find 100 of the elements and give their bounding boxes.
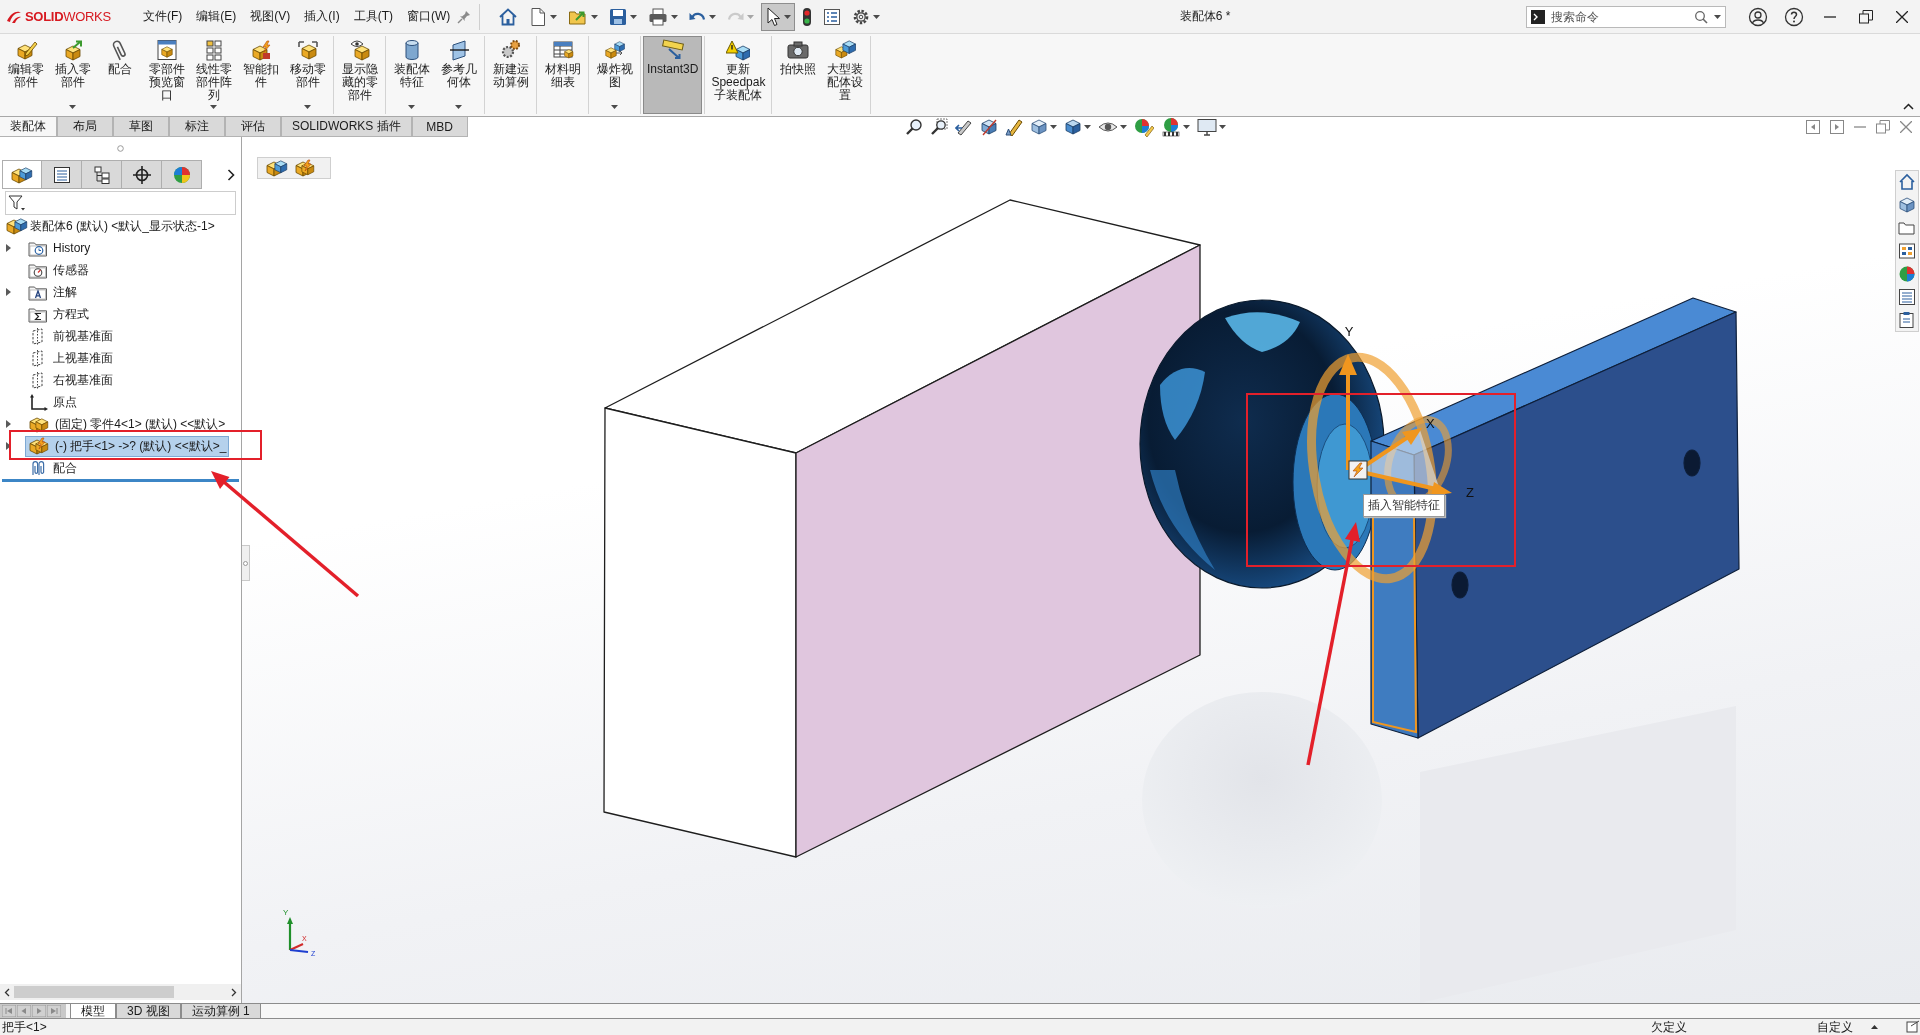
tree-item[interactable]: (-) 把手<1> ->? (默认) <<默认>_ [25,435,230,457]
search-field[interactable]: 搜索命令 [1551,9,1688,24]
ribbon-button[interactable]: Instant3D [643,36,703,114]
ribbon-button[interactable]: 移动零部件 [284,36,331,114]
grip-dot-icon[interactable] [117,145,124,152]
breadcrumb-bar[interactable] [257,157,331,179]
menu-item[interactable]: 插入(I) [297,8,347,25]
expand-arrow-icon[interactable] [6,244,11,252]
expand-arrow-icon[interactable] [6,288,11,296]
toolbar-button[interactable] [761,2,796,31]
command-tab[interactable]: SOLIDWORKS 插件 [281,117,412,137]
caret-down-icon [591,14,599,19]
command-tab[interactable]: 布局 [57,117,113,137]
menu-item[interactable]: 视图(V) [243,8,298,25]
exploded-cubes-icon [602,39,627,61]
command-tab[interactable]: 草图 [113,117,169,137]
menu-item[interactable]: 窗口(W) [400,8,458,25]
expand-arrow-icon[interactable] [6,442,11,450]
home-icon[interactable] [1898,173,1916,191]
menu-item[interactable]: 工具(T) [346,8,400,25]
view-toolbar-button[interactable] [978,117,999,137]
panel-tab[interactable] [2,160,42,189]
clipboard-icon[interactable] [1898,311,1916,329]
command-tab[interactable]: 装配体 [0,117,57,137]
caret-down-icon[interactable] [1714,14,1721,19]
caret-up-icon[interactable] [1871,1025,1878,1029]
monitor-icon [1196,118,1217,136]
tree-item[interactable]: 原点 [25,391,80,413]
ribbon-button[interactable]: 拍快照 [774,36,822,114]
view-tab[interactable]: 3D 视图 [116,1004,181,1018]
menu-item[interactable]: 编辑(E) [189,8,244,25]
list-icon [823,7,842,26]
ribbon-button[interactable]: 装配体特征 [388,36,435,114]
plate-hole [1451,571,1469,599]
view-toolbar-button[interactable] [1062,117,1092,137]
view-toolbar-button[interactable] [1195,117,1227,137]
menu-item[interactable]: 文件(F) [136,8,190,25]
chevron-right-icon[interactable] [227,168,235,181]
restore-icon[interactable] [1876,120,1890,134]
panel-tab[interactable] [42,160,82,189]
ribbon-button[interactable]: 参考几何体 [435,36,482,114]
tree-item[interactable]: 右视基准面 [25,369,116,391]
filter-field[interactable] [5,191,236,215]
panel-tab[interactable] [82,160,122,189]
assembly-icon [11,165,33,184]
tree-item[interactable]: 装配体6 (默认) <默认_显示状态-1> [3,215,218,237]
tile-left-icon[interactable] [1806,120,1820,134]
ribbon-button[interactable]: 更新Speedpak子装配体 [707,36,770,114]
collapse-caret-icon[interactable] [1903,103,1914,110]
tile-right-icon[interactable] [1830,120,1844,134]
logo-text: SOLIDWORKS [25,9,111,24]
ribbon-button[interactable]: 零部件预览窗口 [143,36,190,114]
lightning-icon[interactable] [1348,460,1368,480]
command-tab[interactable]: 评估 [225,117,281,137]
ribbon-button[interactable]: 大型装配体设置 [821,36,869,114]
horizontal-scrollbar[interactable] [0,984,241,1000]
logo-icon [6,9,22,24]
ribbon-button[interactable]: 线性零部件阵列 [190,36,237,114]
tree-item[interactable]: 注解 [25,281,80,303]
ribbon-button[interactable]: 编辑零部件 [2,36,49,114]
view-tab[interactable]: 模型 [70,1004,116,1018]
tree-item[interactable]: 传感器 [25,259,92,281]
folder-icon[interactable] [1898,219,1916,237]
search-icon[interactable] [1694,9,1708,24]
orientation-triad [287,917,309,954]
pin-icon[interactable] [457,9,472,24]
splitter-handle[interactable] [242,545,250,581]
ribbon-button[interactable]: 材料明细表 [539,36,586,114]
search-box[interactable]: 搜索命令 [1526,5,1726,28]
list-icon[interactable] [1898,288,1916,306]
color-ball-pencil-icon [1133,117,1154,137]
command-tab[interactable]: MBD [411,117,468,137]
color-ball-icon[interactable] [1898,265,1916,283]
cube-icon [1029,118,1048,136]
tree-item[interactable]: 前视基准面 [25,325,116,347]
tree-item[interactable]: History [25,237,94,259]
ribbon-button[interactable]: 新建运动算例 [487,36,534,114]
panel-tab[interactable] [122,160,162,189]
ribbon-button[interactable]: 显示隐藏的零部件 [336,36,383,114]
square-slash-icon[interactable] [1906,1020,1920,1034]
palette-icon[interactable] [1898,242,1916,260]
ribbon-button[interactable]: 爆炸视图 [591,36,638,114]
annotation-folder-icon [28,283,48,301]
view-toolbar-button[interactable] [1159,117,1191,137]
restore-icon [1859,9,1873,24]
close-icon[interactable] [1900,121,1912,133]
ribbon-button[interactable]: 插入零部件 [49,36,96,114]
view-toolbar-button[interactable] [1028,117,1058,137]
tree-item[interactable]: 配合 [25,457,80,479]
ribbon-button[interactable]: 配合 [96,36,143,114]
cube-icon[interactable] [1898,196,1916,214]
help-icon [1784,6,1804,27]
tree-item[interactable]: 方程式 [25,303,92,325]
ribbon-button[interactable]: 智能扣件 [237,36,284,114]
view-tab[interactable]: 运动算例 1 [180,1004,261,1018]
tree-item[interactable]: 上视基准面 [25,347,116,369]
expand-arrow-icon[interactable] [6,420,11,428]
view-toolbar-button[interactable] [1003,117,1024,137]
units-selector[interactable]: 自定义 [1817,1018,1853,1035]
command-tab[interactable]: 标注 [169,117,225,137]
